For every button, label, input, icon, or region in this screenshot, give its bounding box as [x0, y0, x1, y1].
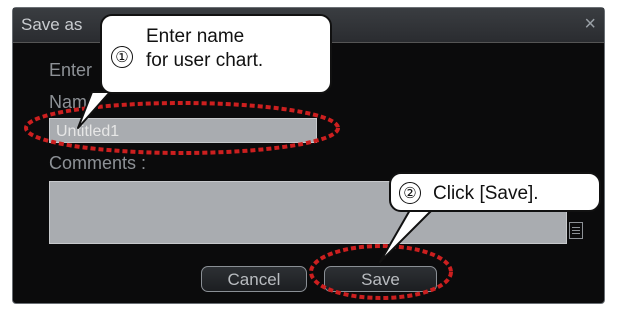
callout-1-text-line2: for user chart. [146, 50, 264, 71]
callout-2-number: ② [399, 182, 421, 204]
callout-2: ② Click [Save]. [389, 172, 601, 212]
callout-2-pointer [379, 209, 433, 263]
callout-1: ① Enter name for user chart. [100, 14, 332, 94]
callout-2-text: Click [Save]. [433, 183, 539, 204]
name-field-highlight [24, 101, 340, 155]
callout-1-text-line1: Enter name [146, 26, 245, 47]
callout-1-number: ① [111, 46, 133, 68]
save-button-highlight [309, 244, 453, 300]
